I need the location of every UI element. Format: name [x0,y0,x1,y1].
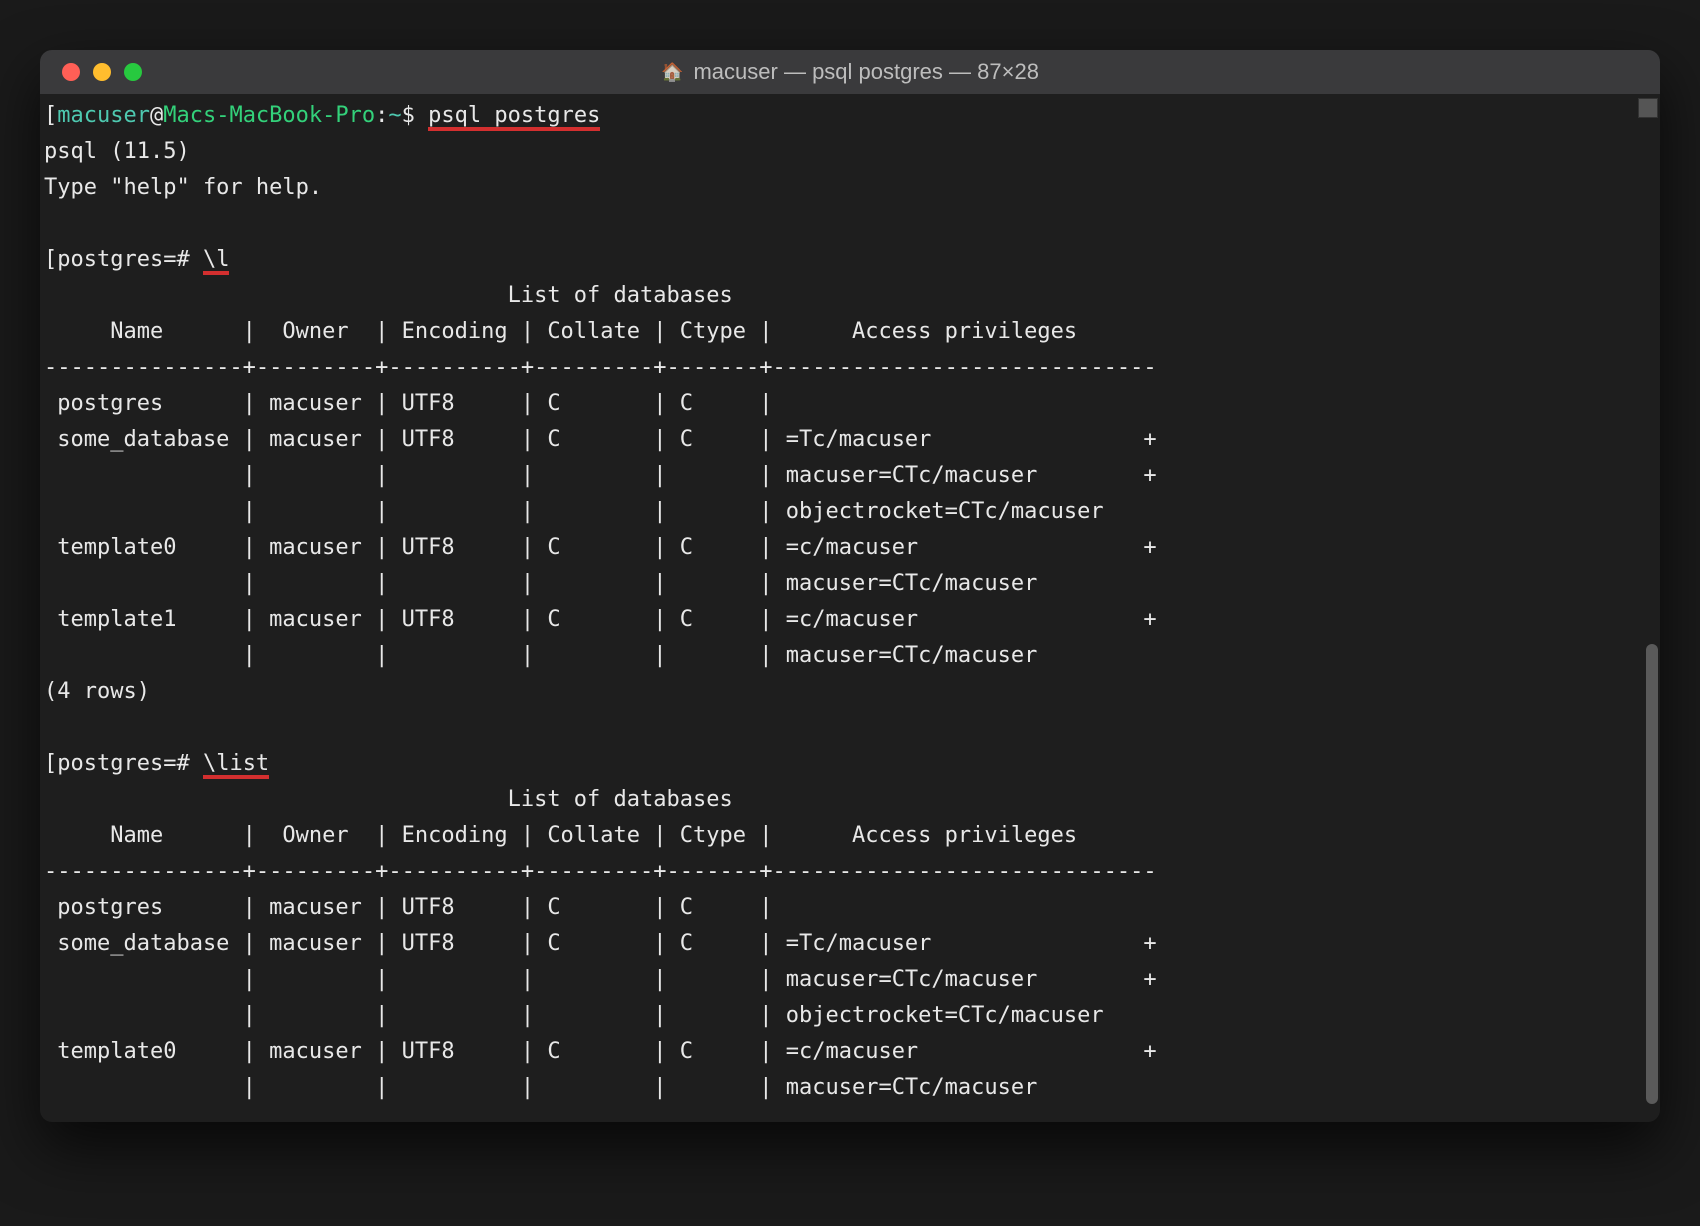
table-row: some_database | macuser | UTF8 | C | C |… [44,931,1157,956]
window-titlebar[interactable]: 🏠 macuser — psql postgres — 87×28 [40,50,1660,94]
table-row: | | | | | objectrocket=CTc/macuser [44,1003,1104,1028]
psql-prompt: postgres=# [57,247,203,272]
table-header: Name | Owner | Encoding | Collate | Ctyp… [44,823,1157,848]
table-footer: (4 rows) [44,679,150,704]
window-title: 🏠 macuser — psql postgres — 87×28 [40,59,1660,85]
command-list-long: \list [203,751,269,776]
terminal-window: 🏠 macuser — psql postgres — 87×28 [macus… [40,50,1660,1122]
window-title-text: macuser — psql postgres — 87×28 [693,59,1038,85]
prompt-host: Macs-MacBook-Pro [163,103,375,128]
table-row: template0 | macuser | UTF8 | C | C | =c/… [44,1039,1157,1064]
terminal-output: [macuser@Macs-MacBook-Pro:~$ psql postgr… [44,98,1656,1106]
scroll-indicator-icon [1638,98,1658,118]
table-row: | | | | | macuser=CTc/macuser [44,1075,1037,1100]
window-controls [62,63,142,81]
psql-banner-help: Type "help" for help. [44,175,322,200]
table-row: | | | | | macuser=CTc/macuser + [44,463,1157,488]
table-row: postgres | macuser | UTF8 | C | C | [44,895,786,920]
table-row: | | | | | macuser=CTc/macuser + [44,967,1157,992]
terminal-body[interactable]: [macuser@Macs-MacBook-Pro:~$ psql postgr… [40,94,1660,1122]
scrollbar-thumb[interactable] [1646,644,1658,1104]
table-divider: ---------------+---------+----------+---… [44,859,1157,884]
prompt-user: macuser [57,103,150,128]
command-psql: psql postgres [428,103,600,128]
prompt-path: ~ [388,103,401,128]
table-divider: ---------------+---------+----------+---… [44,355,1157,380]
table-header: Name | Owner | Encoding | Collate | Ctyp… [44,319,1157,344]
zoom-icon[interactable] [124,63,142,81]
minimize-icon[interactable] [93,63,111,81]
table-row: postgres | macuser | UTF8 | C | C | [44,391,786,416]
command-list-short: \l [203,247,230,272]
psql-prompt: postgres=# [57,751,203,776]
table-row: template0 | macuser | UTF8 | C | C | =c/… [44,535,1157,560]
table-title: List of databases [44,787,733,812]
table-row: | | | | | macuser=CTc/macuser [44,571,1037,596]
table-row: template1 | macuser | UTF8 | C | C | =c/… [44,607,1157,632]
close-icon[interactable] [62,63,80,81]
table-title: List of databases [44,283,733,308]
table-row: | | | | | macuser=CTc/macuser [44,643,1037,668]
table-row: some_database | macuser | UTF8 | C | C |… [44,427,1157,452]
table-row: | | | | | objectrocket=CTc/macuser [44,499,1104,524]
psql-banner-version: psql (11.5) [44,139,190,164]
home-icon: 🏠 [661,62,683,83]
